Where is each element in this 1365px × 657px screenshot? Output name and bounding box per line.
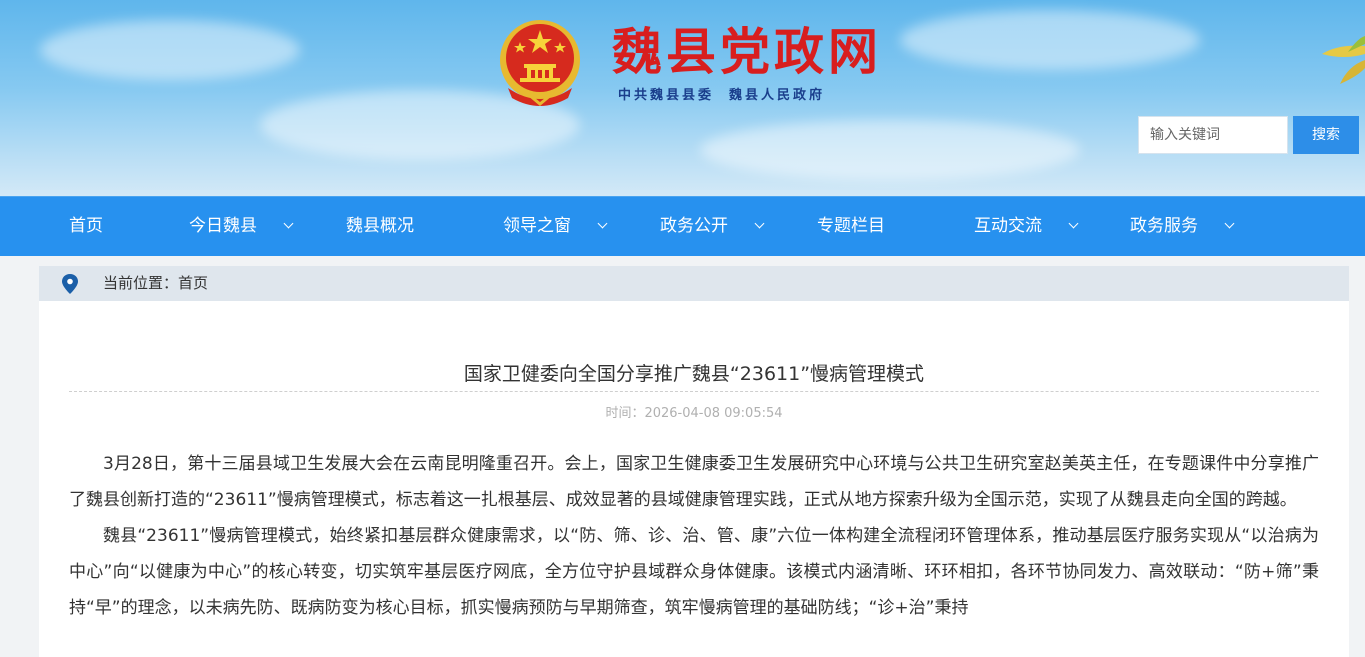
article-container: 国家卫健委向全国分享推广魏县“23611”慢病管理模式 时间：2026-04-0…	[39, 301, 1349, 657]
nav-item-interaction[interactable]: 互动交流	[974, 197, 1079, 257]
cloud-decoration	[900, 10, 1200, 70]
site-header: 魏县党政网 中共魏县县委 魏县人民政府 搜索	[0, 0, 1365, 196]
nav-item-home[interactable]: 首页	[69, 197, 103, 257]
nav-item-overview[interactable]: 魏县概况	[346, 197, 414, 257]
chevron-down-icon	[754, 218, 765, 229]
chevron-down-icon	[1068, 218, 1079, 229]
nav-item-label: 领导之窗	[503, 216, 571, 236]
article-time: 时间：2026-04-08 09:05:54	[605, 406, 783, 421]
nav-item-leaders[interactable]: 领导之窗	[503, 197, 608, 257]
nav-item-label: 首页	[69, 216, 103, 236]
breadcrumb-text: 当前位置：首页	[103, 274, 209, 292]
location-pin-icon	[62, 274, 78, 294]
chevron-down-icon	[283, 218, 294, 229]
national-emblem-icon	[500, 20, 580, 106]
nav-item-topics[interactable]: 专题栏目	[817, 197, 885, 257]
nav-item-label: 专题栏目	[817, 216, 885, 236]
nav-item-label: 政务公开	[660, 216, 728, 236]
article-paragraph: 3月28日，第十三届县域卫生发展大会在云南昆明隆重召开。会上，国家卫生健康委卫生…	[69, 454, 1319, 510]
plant-decoration-icon	[1322, 36, 1365, 84]
article-paragraph: 魏县“23611”慢病管理模式，始终紧扣基层群众健康需求，以“防、筛、诊、治、管…	[69, 526, 1319, 618]
chevron-down-icon	[597, 218, 608, 229]
nav-item-label: 今日魏县	[189, 216, 257, 236]
article-title: 国家卫健委向全国分享推广魏县“23611”慢病管理模式	[463, 363, 925, 385]
site-title: 魏县党政网	[612, 22, 882, 81]
nav-item-label: 政务服务	[1130, 216, 1198, 236]
nav-item-today[interactable]: 今日魏县	[189, 197, 294, 257]
nav-item-gov-affairs[interactable]: 政务公开	[660, 197, 765, 257]
article-divider	[69, 391, 1319, 392]
cloud-decoration	[700, 120, 1080, 180]
search-input[interactable]	[1138, 116, 1288, 154]
chevron-down-icon	[1224, 218, 1235, 229]
breadcrumb: 当前位置：首页	[39, 266, 1349, 301]
nav-item-label: 互动交流	[974, 216, 1042, 236]
nav-item-label: 魏县概况	[346, 216, 414, 236]
main-nav: 首页 今日魏县 魏县概况 领导之窗 政务公开 专题栏目 互动交流 政务服务	[0, 196, 1365, 256]
site-subtitle: 中共魏县县委 魏县人民政府	[618, 88, 826, 103]
cloud-decoration	[40, 20, 300, 80]
nav-item-services[interactable]: 政务服务	[1130, 197, 1235, 257]
search-button[interactable]: 搜索	[1293, 116, 1359, 154]
article-body: 3月28日，第十三届县域卫生发展大会在云南昆明隆重召开。会上，国家卫生健康委卫生…	[69, 446, 1319, 626]
